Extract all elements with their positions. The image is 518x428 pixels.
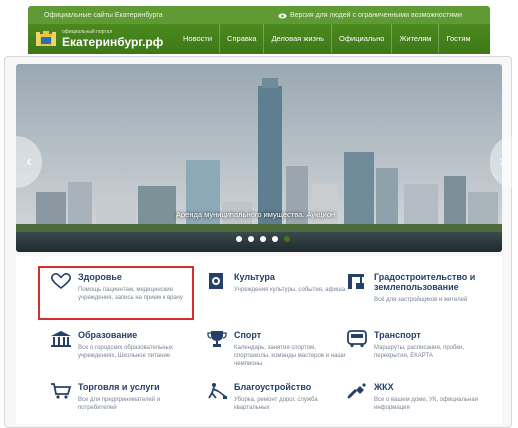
category-description: Учреждения культуры, события, афиша xyxy=(234,287,346,293)
slider-dots xyxy=(236,236,290,242)
category-education[interactable]: Образование Все о городских образователь… xyxy=(50,330,206,374)
selection-highlight xyxy=(38,266,194,320)
category-description: Уборка, ремонт дорог, служба квартальных xyxy=(234,397,318,411)
slider-dot[interactable] xyxy=(260,236,266,242)
category-title: Образование xyxy=(78,330,138,340)
category-description: Все для предпринимателей и потребителей xyxy=(78,397,161,411)
category-description: Маршруты, расписания, пробки, перекрытия… xyxy=(374,345,465,359)
trophy-icon xyxy=(207,331,227,347)
coat-of-arms-icon xyxy=(36,31,56,46)
category-title: ЖКХ xyxy=(374,382,394,392)
site-logo[interactable]: официальный портал Екатеринбург.рф xyxy=(36,30,176,48)
chevron-right-icon: › xyxy=(499,153,505,170)
nav-guests[interactable]: Гостям xyxy=(438,24,477,54)
plumbing-icon xyxy=(347,383,366,399)
culture-icon xyxy=(209,273,223,289)
slider-dot-active[interactable] xyxy=(284,236,290,242)
chevron-left-icon: ‹ xyxy=(26,153,32,170)
category-title: Градостроительство и землепользование xyxy=(374,272,476,292)
nav-residents[interactable]: Жителям xyxy=(391,24,438,54)
hero-slider[interactable] xyxy=(16,64,502,252)
nav-reference[interactable]: Справка xyxy=(219,24,263,54)
eye-icon xyxy=(278,13,287,18)
category-trade[interactable]: Торговля и услуги Все для предпринимател… xyxy=(50,382,206,422)
category-title: Спорт xyxy=(234,330,262,340)
slider-caption[interactable]: Аренда муниципального имущества. Аукцион xyxy=(176,210,335,219)
category-title: Транспорт xyxy=(374,330,421,340)
category-title: Культура xyxy=(234,272,275,282)
city-skyline-image xyxy=(16,64,502,252)
nav-official[interactable]: Официально xyxy=(331,24,391,54)
logo-title: Екатеринбург.рф xyxy=(62,35,164,49)
slider-dot[interactable] xyxy=(248,236,254,242)
category-description: Календарь, занятия спортом, спортшколы, … xyxy=(234,345,346,367)
bus-icon xyxy=(347,330,367,348)
nav-news[interactable]: Новости xyxy=(176,24,219,54)
nav-business[interactable]: Деловая жизнь xyxy=(263,24,331,54)
accessibility-version-link[interactable]: Версия для людей с ограниченными возможн… xyxy=(278,12,462,19)
education-icon xyxy=(51,331,71,347)
category-culture[interactable]: Культура Учреждения культуры, события, а… xyxy=(206,272,362,316)
category-urban-planning[interactable]: Градостроительство и землепользование Вс… xyxy=(346,272,496,316)
official-sites-link[interactable]: Официальные сайты Екатеринбурга xyxy=(44,12,163,19)
category-description: Все о городских образовательных учрежден… xyxy=(78,345,173,359)
slider-dot[interactable] xyxy=(236,236,242,242)
cart-icon xyxy=(51,383,72,399)
main-nav: Новости Справка Деловая жизнь Официально… xyxy=(176,24,478,54)
category-title: Торговля и услуги xyxy=(78,382,160,392)
construction-icon xyxy=(348,274,364,289)
category-sport[interactable]: Спорт Календарь, занятия спортом, спортш… xyxy=(206,330,362,374)
category-description: Все о вашем доме, УК, официальная информ… xyxy=(374,397,478,411)
category-transport[interactable]: Транспорт Маршруты, расписания, пробки, … xyxy=(346,330,496,374)
category-housing[interactable]: ЖКХ Все о вашем доме, УК, официальная ин… xyxy=(346,382,496,422)
category-description: Всё для застройщиков и жителей xyxy=(374,297,468,303)
header-navbar: официальный портал Екатеринбург.рф Новос… xyxy=(28,24,490,54)
category-landscaping[interactable]: Благоустройство Уборка, ремонт дорог, сл… xyxy=(206,382,362,422)
slider-dot[interactable] xyxy=(272,236,278,242)
category-title: Благоустройство xyxy=(234,382,312,392)
accessibility-version-label: Версия для людей с ограниченными возможн… xyxy=(290,12,462,19)
gardener-icon xyxy=(208,383,227,399)
